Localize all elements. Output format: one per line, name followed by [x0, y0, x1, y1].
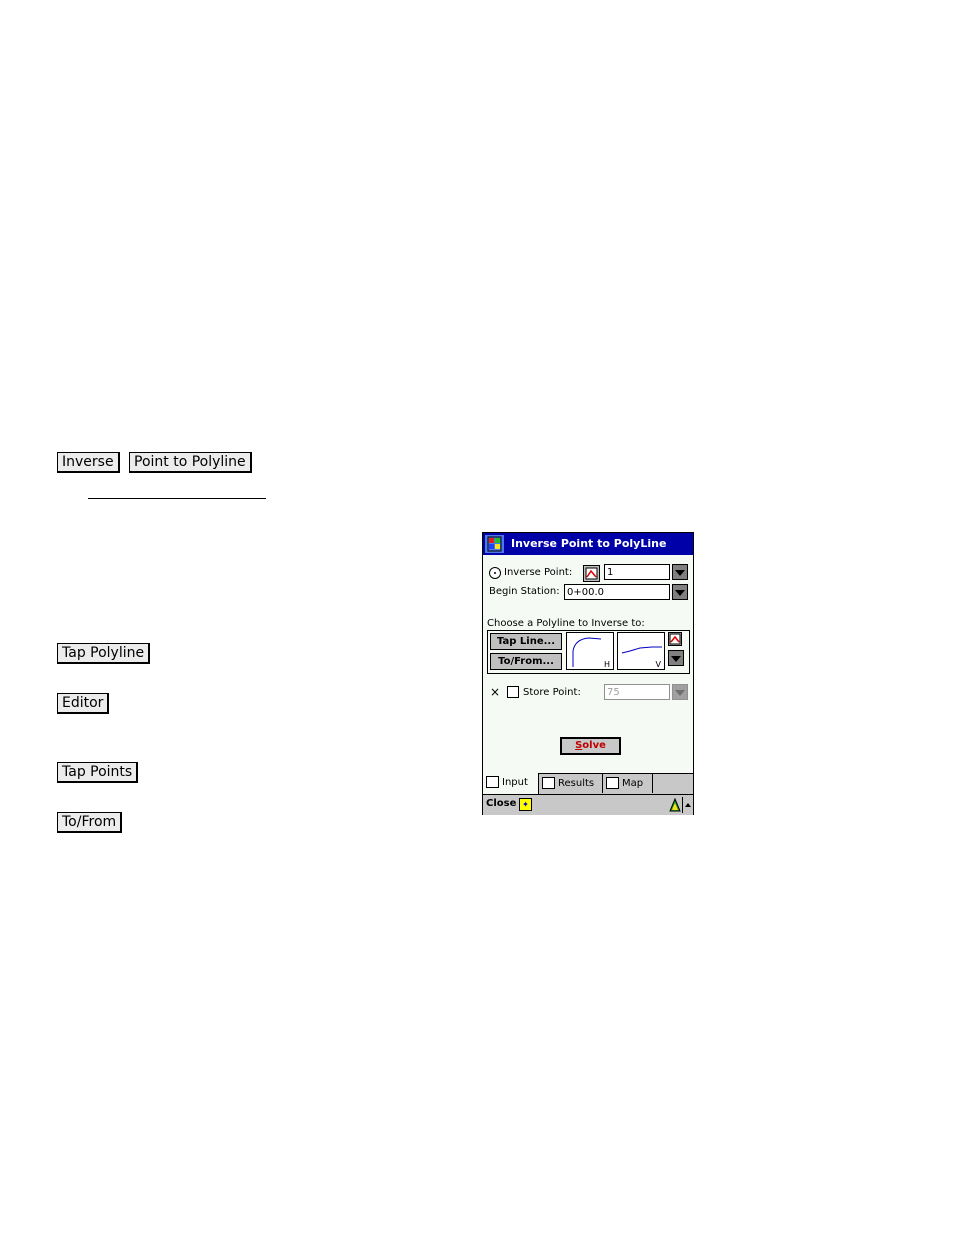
store-point-label: Store Point:	[523, 687, 581, 698]
tab-bar: Input Results Map	[483, 773, 693, 794]
inverse-point-radio[interactable]	[489, 567, 501, 579]
tab-map-label: Map	[622, 778, 644, 789]
heading-underline	[88, 498, 266, 499]
tab-input[interactable]: Input	[483, 773, 539, 794]
begin-station-label: Begin Station:	[489, 586, 560, 597]
map-pick-icon	[585, 567, 598, 580]
sip-up-arrow-icon[interactable]	[685, 803, 691, 807]
close-button[interactable]: Close	[486, 798, 516, 809]
polyline-group: Tap Line... To/From... H V	[487, 630, 690, 674]
horizontal-tag: H	[603, 660, 610, 669]
choose-polyline-label: Choose a Polyline to Inverse to:	[487, 618, 645, 629]
editor-button[interactable]: Editor	[57, 693, 110, 714]
pick-point-map-button[interactable]	[583, 565, 600, 582]
window-title: Inverse Point to PolyLine	[511, 537, 667, 550]
tap-polyline-button[interactable]: Tap Polyline	[57, 643, 151, 664]
inverse-point-input[interactable]: 1	[604, 564, 670, 580]
tab-results-label: Results	[558, 778, 595, 789]
horizontal-preview: H	[566, 632, 614, 670]
inverse-point-dropdown[interactable]	[672, 564, 688, 580]
tab-map[interactable]: Map	[603, 774, 653, 793]
vertical-preview: V	[617, 632, 665, 670]
command-bar: Close ✦	[483, 794, 693, 815]
title-bar: Inverse Point to PolyLine	[483, 533, 693, 555]
inverse-point-label: Inverse Point:	[504, 567, 573, 578]
tap-points-button[interactable]: Tap Points	[57, 762, 139, 783]
store-point-input[interactable]: 75	[604, 684, 670, 700]
tap-line-button[interactable]: Tap Line...	[490, 633, 562, 650]
polyline-map-button[interactable]	[668, 632, 682, 646]
inverse-button[interactable]: Inverse	[57, 452, 120, 473]
store-point-checkbox[interactable]	[507, 686, 519, 698]
input-form-icon	[486, 776, 499, 788]
to-from-polyline-button[interactable]: To/From...	[490, 653, 562, 670]
begin-station-dropdown[interactable]	[672, 584, 688, 600]
solve-label: olve	[582, 740, 606, 751]
map-icon	[606, 777, 619, 789]
map-pick-icon	[669, 633, 681, 645]
point-to-polyline-button[interactable]: Point to Polyline	[129, 452, 252, 473]
polyline-dropdown[interactable]	[668, 650, 684, 666]
survey-triangle-icon[interactable]	[669, 798, 681, 812]
pda-window: Inverse Point to PolyLine Inverse Point:…	[482, 532, 694, 815]
to-from-button[interactable]: To/From	[57, 812, 123, 833]
vertical-tag: V	[655, 660, 661, 669]
store-point-dropdown[interactable]	[672, 684, 688, 700]
results-doc-icon	[542, 777, 555, 789]
sip-star-icon[interactable]: ✦	[519, 798, 532, 811]
tab-results[interactable]: Results	[539, 774, 603, 793]
command-separator	[682, 797, 683, 813]
solve-button[interactable]: Solve	[560, 737, 621, 755]
windows-start-icon[interactable]	[485, 535, 504, 553]
begin-station-input[interactable]: 0+00.0	[564, 584, 670, 600]
x-mark-icon: ×	[490, 685, 501, 699]
tab-input-label: Input	[502, 777, 528, 788]
